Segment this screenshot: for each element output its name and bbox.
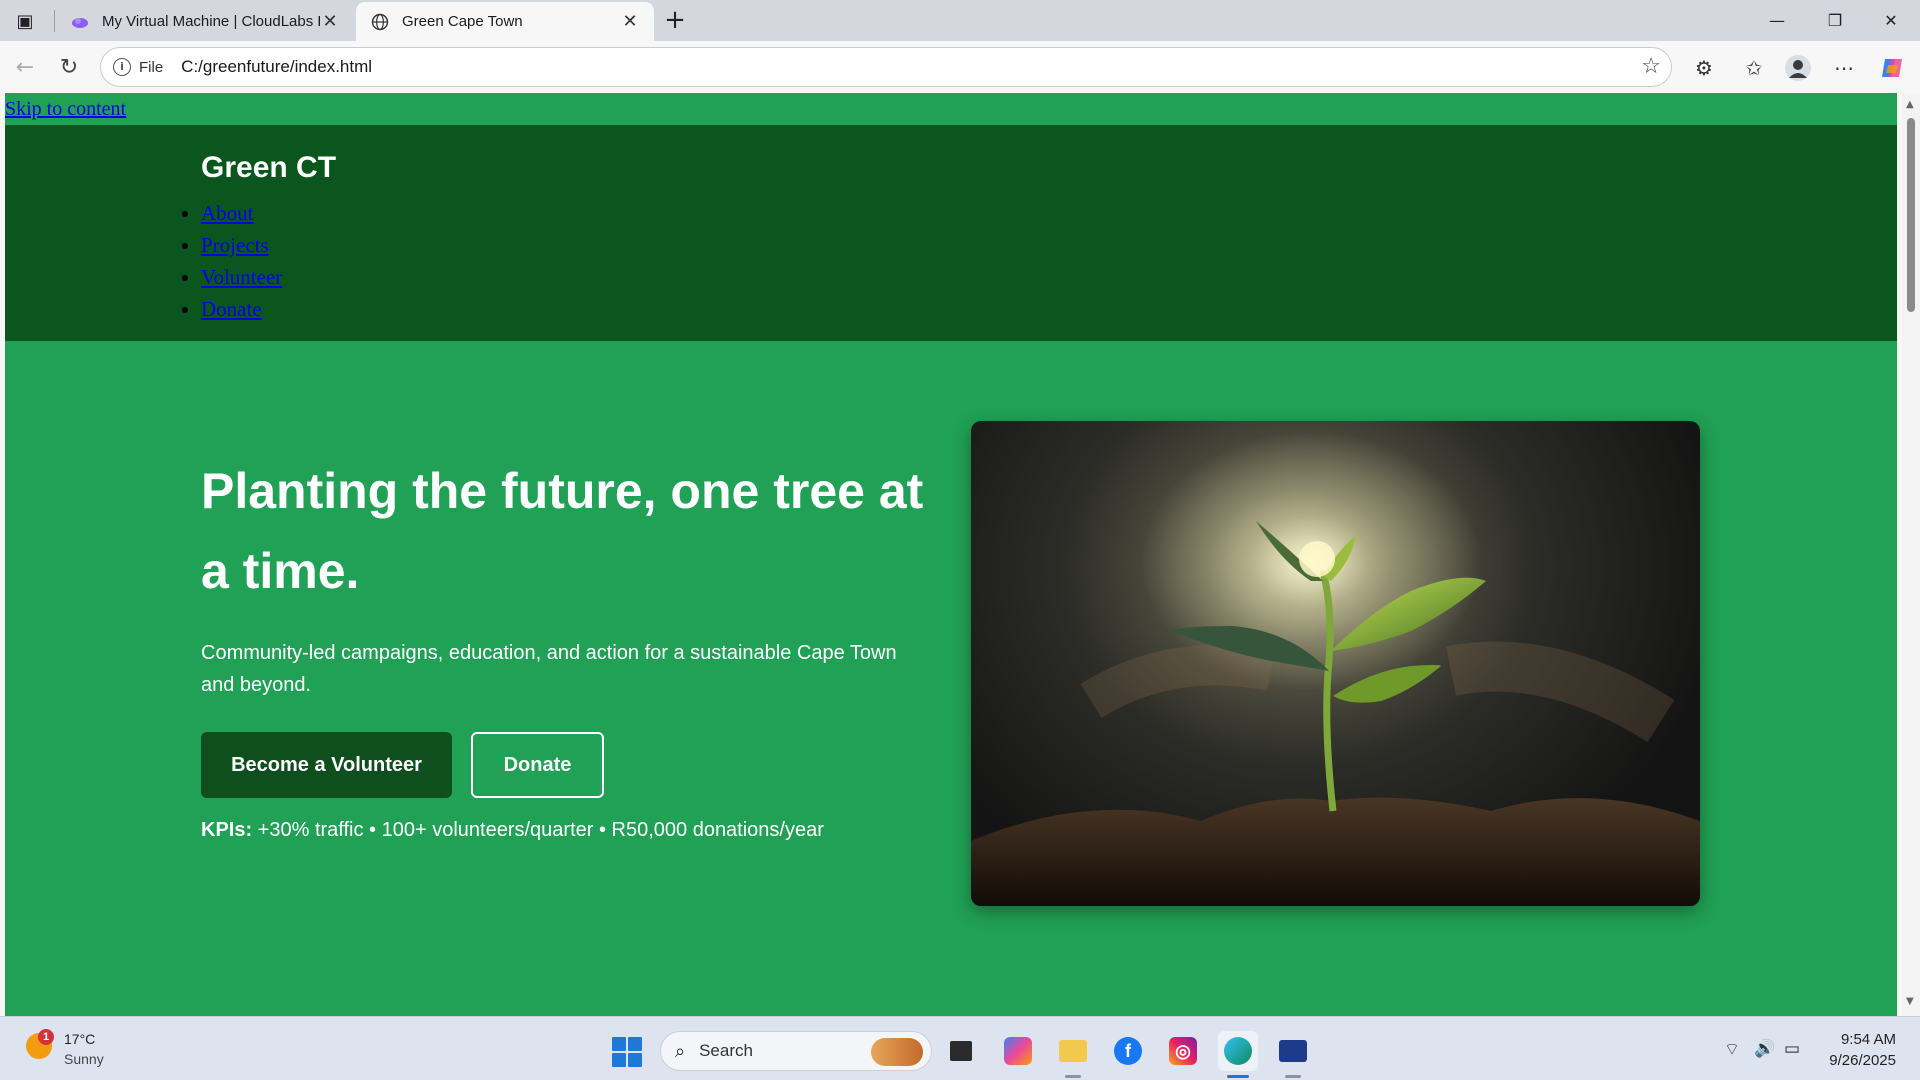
globe-icon <box>370 12 390 32</box>
copilot-taskbar-icon[interactable] <box>998 1031 1038 1071</box>
taskbar: 1 17°C Sunny ⌕ Search f ◎ ⌔ 🔊 ▭ 9:54 AM … <box>0 1016 1920 1080</box>
address-scheme: File <box>139 58 164 76</box>
info-icon[interactable]: i <box>113 58 131 76</box>
refresh-icon[interactable]: ↻ <box>52 50 86 84</box>
main-nav: About Projects Volunteer Donate <box>201 197 282 325</box>
kpi-label: KPIs: <box>201 819 253 841</box>
search-highlight-icon <box>871 1038 923 1066</box>
tab-cloudlabs[interactable]: My Virtual Machine | CloudLabs P ✕ <box>56 2 354 41</box>
extensions-icon[interactable]: ⚙ <box>1686 50 1722 86</box>
profile-avatar[interactable] <box>1780 50 1816 86</box>
nav-item-donate: Donate <box>201 293 282 325</box>
tab-title: My Virtual Machine | CloudLabs P <box>102 13 320 30</box>
clock-date[interactable]: 9/26/2025 <box>1829 1052 1896 1069</box>
kpi-line: KPIs: +30% traffic • 100+ volunteers/qua… <box>201 819 824 842</box>
minimize-icon[interactable]: — <box>1748 0 1806 41</box>
search-icon: ⌕ <box>675 1040 686 1062</box>
scrollbar-thumb[interactable] <box>1907 118 1915 312</box>
taskbar-search[interactable]: ⌕ Search <box>660 1031 932 1071</box>
favorites-icon[interactable]: ✩ <box>1736 50 1772 86</box>
seedling-hero-image <box>971 421 1700 906</box>
more-options-icon[interactable]: ⋯ <box>1826 50 1862 86</box>
close-tab-icon[interactable]: ✕ <box>320 11 340 32</box>
facebook-icon[interactable]: f <box>1108 1031 1148 1071</box>
weather-condition[interactable]: Sunny <box>64 1051 104 1067</box>
cloudlabs-icon <box>70 12 90 32</box>
scroll-down-icon[interactable]: ▼ <box>1906 996 1914 1007</box>
tab-separator <box>54 10 55 32</box>
taskbar-search-placeholder: Search <box>699 1041 753 1060</box>
nav-item-volunteer: Volunteer <box>201 261 282 293</box>
restore-icon[interactable]: ❐ <box>1806 0 1864 41</box>
hero-title: Planting the future, one tree at a time. <box>201 463 924 599</box>
copilot-icon[interactable] <box>1874 50 1910 86</box>
nav-link-volunteer[interactable]: Volunteer <box>201 265 282 289</box>
clock-time[interactable]: 9:54 AM <box>1841 1031 1896 1048</box>
skip-to-content-link[interactable]: Skip to content <box>5 98 126 121</box>
kpi-text: +30% traffic • 100+ volunteers/quarter •… <box>252 819 824 841</box>
page-scrollbar[interactable]: ▲ ▼ <box>1902 93 1920 1016</box>
site-brand: Green CT <box>201 151 337 184</box>
file-explorer-icon[interactable] <box>1053 1031 1093 1078</box>
nav-link-about[interactable]: About <box>201 201 254 225</box>
tab-bar: ▣ My Virtual Machine | CloudLabs P ✕ Gre… <box>0 0 1920 41</box>
scroll-up-icon[interactable]: ▲ <box>1906 99 1914 110</box>
nav-link-donate[interactable]: Donate <box>201 297 262 321</box>
nav-link-projects[interactable]: Projects <box>201 233 269 257</box>
tab-title: Green Cape Town <box>402 13 523 30</box>
back-icon[interactable]: ← <box>8 50 42 84</box>
web-page: Skip to content Green CT About Projects … <box>5 93 1897 1016</box>
donate-button[interactable]: Donate <box>471 732 604 798</box>
wifi-icon[interactable]: ⌔ <box>1724 1039 1740 1060</box>
address-bar[interactable]: i File C:/greenfuture/index.html ☆ <box>100 47 1672 87</box>
weather-temperature[interactable]: 17°C <box>64 1031 95 1047</box>
tab-green-cape-town[interactable]: Green Cape Town ✕ <box>356 2 654 41</box>
task-view-icon[interactable] <box>941 1031 981 1071</box>
edge-browser-icon[interactable] <box>1218 1031 1258 1078</box>
site-header: Green CT About Projects Volunteer Donate <box>5 125 1897 341</box>
close-tab-icon[interactable]: ✕ <box>620 11 640 32</box>
remote-desktop-icon[interactable] <box>1273 1031 1313 1078</box>
new-tab-button[interactable]: + <box>658 4 692 38</box>
hero-subtitle: Community-led campaigns, education, and … <box>201 642 897 696</box>
browser-viewport: Skip to content Green CT About Projects … <box>0 93 1920 1016</box>
browser-toolbar: ← ↻ i File C:/greenfuture/index.html ☆ ⚙… <box>0 41 1920 93</box>
nav-item-projects: Projects <box>201 229 282 261</box>
weather-badge: 1 <box>38 1029 54 1045</box>
address-url[interactable]: C:/greenfuture/index.html <box>181 57 372 77</box>
become-volunteer-button[interactable]: Become a Volunteer <box>201 732 452 798</box>
close-window-icon[interactable]: ✕ <box>1862 0 1920 41</box>
start-button[interactable] <box>612 1037 642 1067</box>
instagram-icon[interactable]: ◎ <box>1163 1031 1203 1071</box>
nav-item-about: About <box>201 197 282 229</box>
battery-icon[interactable]: ▭ <box>1784 1039 1800 1059</box>
favorite-star-icon[interactable]: ☆ <box>1641 54 1661 79</box>
tab-actions-icon[interactable]: ▣ <box>6 6 44 36</box>
volume-icon[interactable]: 🔊 <box>1754 1039 1775 1059</box>
